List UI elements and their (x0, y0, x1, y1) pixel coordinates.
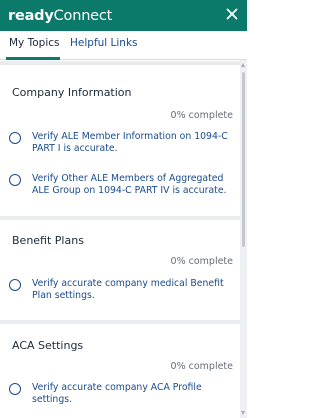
radio-unchecked-icon[interactable] (9, 279, 21, 291)
section-progress: 0% complete (170, 110, 233, 121)
close-button[interactable] (221, 3, 243, 25)
task-item[interactable]: Verify Other ALE Members of Aggregated A… (9, 173, 237, 197)
brand-bold: ready (8, 7, 54, 24)
section-title-benefit-plans: Benefit Plans (12, 234, 84, 247)
section-title-company-information: Company Information (12, 86, 132, 99)
active-tab-indicator (6, 57, 60, 60)
task-item[interactable]: Verify accurate company ACA Profile sett… (9, 382, 237, 406)
section-divider (0, 61, 240, 65)
section-title-aca-settings: ACA Settings (12, 339, 84, 352)
app-logo: readyConnect (8, 8, 112, 24)
brand-rest: Connect (53, 7, 113, 24)
app-header: readyConnect (0, 0, 247, 31)
tab-bar: My Topics Helpful Links (0, 31, 247, 60)
radio-unchecked-icon[interactable] (9, 174, 21, 186)
scrollbar[interactable] (240, 60, 247, 418)
close-icon (226, 8, 238, 20)
scrollbar-thumb[interactable] (242, 72, 245, 247)
task-label[interactable]: Verify Other ALE Members of Aggregated A… (32, 173, 232, 197)
task-label[interactable]: Verify ALE Member Information on 1094-C … (32, 131, 232, 155)
radio-unchecked-icon[interactable] (9, 132, 21, 144)
section-divider (0, 320, 240, 324)
section-progress: 0% complete (170, 256, 233, 267)
task-label[interactable]: Verify accurate company medical Benefit … (32, 278, 232, 302)
task-item[interactable]: Verify ALE Member Information on 1094-C … (9, 131, 237, 155)
radio-unchecked-icon[interactable] (9, 383, 21, 395)
scroll-down-arrow-icon[interactable] (241, 411, 245, 415)
task-label[interactable]: Verify accurate company ACA Profile sett… (32, 382, 232, 406)
tab-helpful-links[interactable]: Helpful Links (70, 37, 138, 49)
section-divider (0, 216, 240, 220)
section-progress: 0% complete (170, 361, 233, 372)
task-item[interactable]: Verify accurate company medical Benefit … (9, 278, 237, 302)
scroll-up-arrow-icon[interactable] (241, 63, 245, 67)
tab-my-topics[interactable]: My Topics (9, 37, 60, 49)
